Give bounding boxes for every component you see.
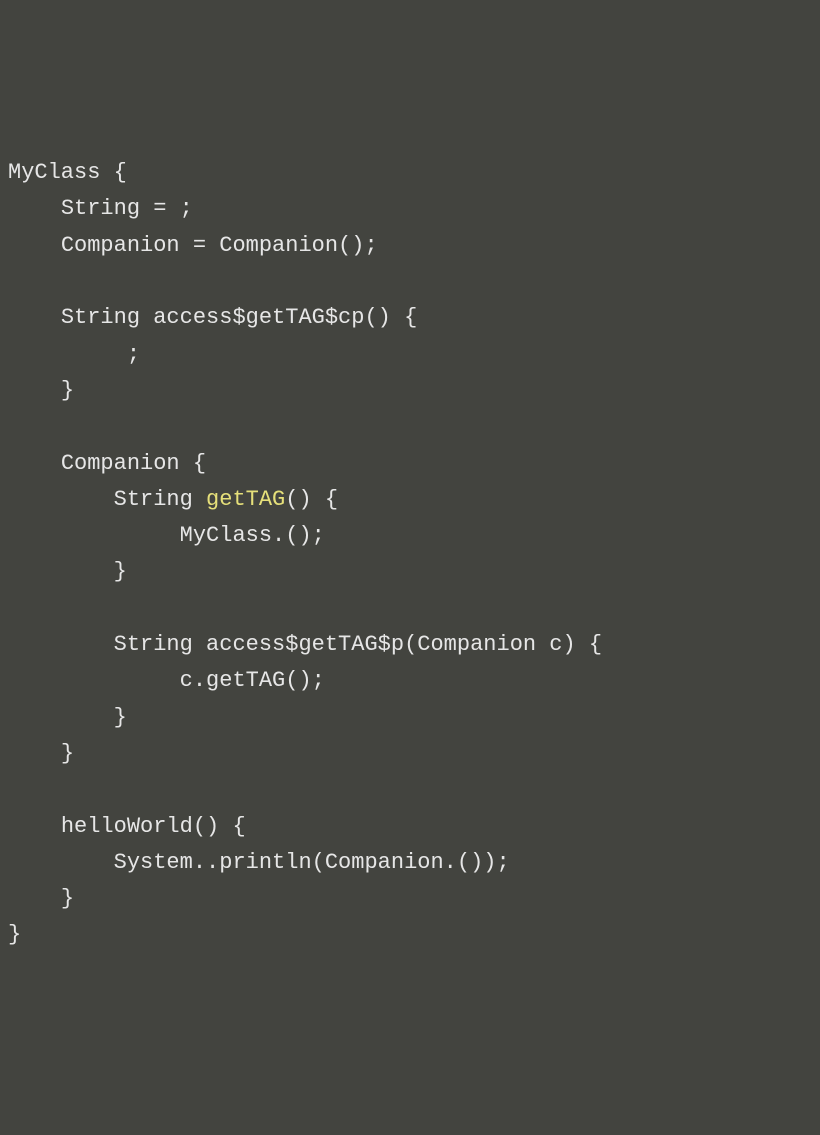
code-line bbox=[8, 772, 812, 808]
code-line bbox=[8, 591, 812, 627]
code-line: String access$getTAG$p(Companion c) { bbox=[8, 627, 812, 663]
method-name-highlight: getTAG bbox=[206, 487, 285, 512]
code-line: MyClass { bbox=[8, 155, 812, 191]
code-line: helloWorld() { bbox=[8, 809, 812, 845]
code-line: ; bbox=[8, 337, 812, 373]
code-token: } bbox=[61, 741, 74, 766]
code-line: String = ; bbox=[8, 191, 812, 227]
code-token: String access$getTAG$cp() { bbox=[61, 305, 417, 330]
code-token: c.getTAG(); bbox=[166, 668, 324, 693]
code-line: String getTAG() { bbox=[8, 482, 812, 518]
code-line: } bbox=[8, 373, 812, 409]
code-token: } bbox=[61, 886, 74, 911]
code-token: String bbox=[114, 487, 206, 512]
code-line: } bbox=[8, 917, 812, 953]
code-line bbox=[8, 409, 812, 445]
code-line: String access$getTAG$cp() { bbox=[8, 300, 812, 336]
code-line: Companion { bbox=[8, 446, 812, 482]
code-token: MyClass { bbox=[8, 160, 127, 185]
code-token: String access$getTAG$p(Companion c) { bbox=[114, 632, 602, 657]
code-token: } bbox=[8, 922, 21, 947]
code-line: } bbox=[8, 881, 812, 917]
code-token: helloWorld() { bbox=[61, 814, 246, 839]
code-line bbox=[8, 264, 812, 300]
code-line: Companion = Companion(); bbox=[8, 228, 812, 264]
code-line: } bbox=[8, 700, 812, 736]
code-token: () { bbox=[285, 487, 338, 512]
code-token: ; bbox=[114, 342, 140, 367]
code-token: } bbox=[61, 378, 74, 403]
code-token: Companion { bbox=[61, 451, 206, 476]
code-token: Companion = Companion(); bbox=[61, 233, 378, 258]
code-token: } bbox=[114, 705, 127, 730]
code-line: } bbox=[8, 736, 812, 772]
code-token: System..println(Companion.()); bbox=[114, 850, 510, 875]
code-token: MyClass.(); bbox=[166, 523, 324, 548]
code-line: MyClass.(); bbox=[8, 518, 812, 554]
code-line: System..println(Companion.()); bbox=[8, 845, 812, 881]
code-block: MyClass { String = ; Companion = Compani… bbox=[8, 155, 812, 954]
code-token: String = ; bbox=[61, 196, 193, 221]
code-token: } bbox=[114, 559, 127, 584]
code-line: c.getTAG(); bbox=[8, 663, 812, 699]
code-line: } bbox=[8, 554, 812, 590]
